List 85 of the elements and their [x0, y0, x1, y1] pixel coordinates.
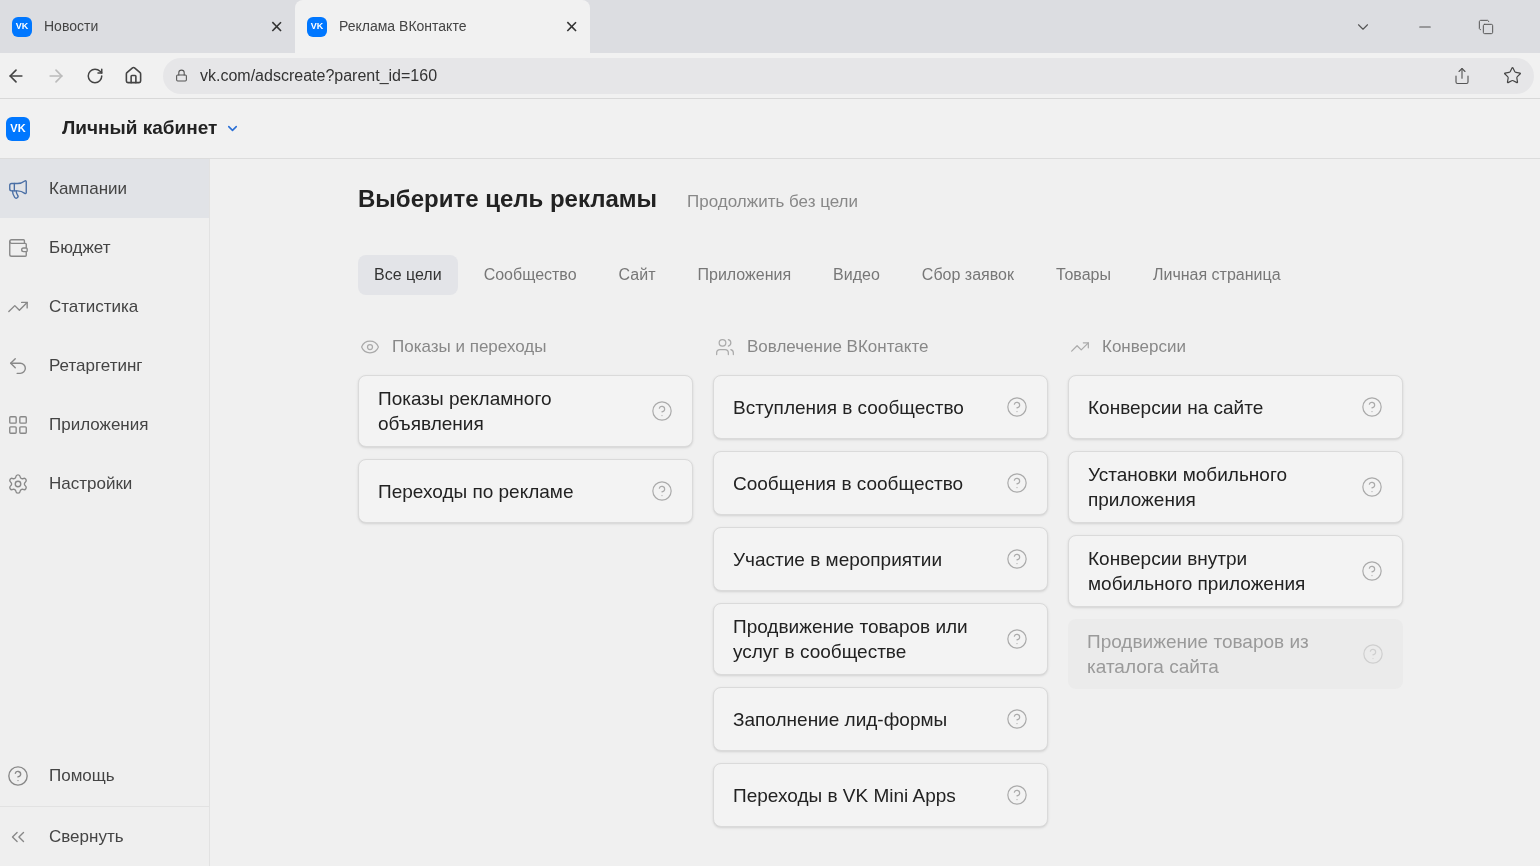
tab-title: Новости	[44, 17, 100, 36]
goal-card[interactable]: Заполнение лид-формы	[713, 687, 1048, 751]
filter-tab[interactable]: Приложения	[681, 255, 808, 295]
help-icon[interactable]	[1006, 628, 1028, 650]
sidebar-label: Статистика	[49, 295, 139, 318]
megaphone-icon	[7, 177, 29, 200]
goal-card[interactable]: Установки мобильного приложения	[1068, 451, 1403, 523]
goal-label: Продвижение товаров из каталога сайта	[1087, 630, 1310, 679]
goal-label: Показы рекламного объявления	[378, 387, 553, 436]
address-bar[interactable]: vk.com/adscreate?parent_id=160	[163, 57, 1534, 94]
sidebar-item[interactable]: Помощь	[0, 746, 209, 806]
filter-tab[interactable]: Сбор заявок	[905, 255, 1030, 295]
help-icon[interactable]	[1361, 476, 1383, 498]
goal-card[interactable]: Показы рекламного объявления	[358, 375, 693, 447]
goal-label: Конверсии на сайте	[1088, 395, 1265, 420]
browser-tab[interactable]: VK Реклама ВКонтакте ×	[295, 0, 590, 53]
help-icon[interactable]	[1006, 396, 1028, 418]
sidebar-label: Бюджет	[49, 236, 111, 259]
goal-label: Переходы по рекламе	[378, 479, 575, 504]
goal-label: Переходы в VK Mini Apps	[733, 783, 957, 808]
goal-card[interactable]: Конверсии на сайте	[1068, 375, 1403, 439]
wallet-icon	[7, 236, 29, 259]
goal-label: Участие в мероприятии	[733, 547, 944, 572]
grid-icon	[7, 413, 29, 436]
group-heading: Показы и переходы	[392, 336, 547, 359]
sidebar-item[interactable]: Приложения	[0, 395, 209, 454]
goal-card[interactable]: Переходы по рекламе	[358, 459, 693, 523]
goal-label: Заполнение лид-формы	[733, 707, 949, 732]
help-icon[interactable]	[1006, 472, 1028, 494]
filter-tab[interactable]: Сообщество	[467, 255, 593, 295]
help-icon[interactable]	[651, 480, 673, 502]
page-title: Выберите цель рекламы	[358, 184, 658, 214]
sidebar-item[interactable]: Кампании	[0, 159, 209, 218]
filter-tab[interactable]: Все цели	[358, 255, 458, 295]
filter-tab[interactable]: Видео	[817, 255, 896, 295]
sidebar-item[interactable]: Статистика	[0, 277, 209, 336]
filter-tab[interactable]: Личная страница	[1137, 255, 1297, 295]
sidebar-item[interactable]: Свернуть	[0, 806, 209, 866]
sidebar-label: Помощь	[49, 765, 115, 788]
goal-label: Конверсии внутри мобильного приложения	[1088, 547, 1307, 596]
url-text: vk.com/adscreate?parent_id=160	[200, 65, 439, 86]
goal-card[interactable]: Вступления в сообщество	[713, 375, 1048, 439]
sidebar-label: Кампании	[49, 177, 128, 200]
goal-label: Сообщения в сообщество	[733, 471, 965, 496]
goal-card[interactable]: Участие в мероприятии	[713, 527, 1048, 591]
close-button[interactable]: ×	[270, 15, 283, 38]
goal-card[interactable]: Сообщения в сообщество	[713, 451, 1048, 515]
share-icon[interactable]	[1453, 66, 1471, 85]
goal-label: Вступления в сообщество	[733, 395, 965, 420]
help-icon[interactable]	[1006, 548, 1028, 570]
lock-icon	[175, 69, 188, 82]
sidebar-item[interactable]: Бюджет	[0, 218, 209, 277]
bookmark-star-icon[interactable]	[1503, 66, 1522, 85]
goal-card[interactable]: Продвижение товаров или услуг в сообществе	[713, 603, 1048, 675]
sidebar-item[interactable]: Ретаргетинг	[0, 336, 209, 395]
help-icon	[7, 765, 29, 787]
reload-icon[interactable]	[86, 66, 104, 85]
goal-label: Продвижение товаров или услуг в сообществе	[733, 615, 969, 664]
close-button[interactable]: ×	[565, 15, 578, 38]
group-heading: Конверсии	[1102, 336, 1186, 359]
sidebar-label: Свернуть	[49, 825, 124, 848]
sidebar-label: Ретаргетинг	[49, 354, 143, 377]
help-icon[interactable]	[1006, 708, 1028, 730]
sidebar-label: Настройки	[49, 472, 133, 495]
goal-card[interactable]: Конверсии внутри мобильного приложения	[1068, 535, 1403, 607]
home-icon[interactable]	[124, 66, 143, 85]
restore-icon[interactable]	[1478, 18, 1494, 35]
group-heading: Вовлечение ВКонтакте	[747, 336, 929, 359]
vk-logo: VK	[6, 116, 30, 141]
sidebar-item[interactable]: Настройки	[0, 454, 209, 513]
filter-tab[interactable]: Сайт	[602, 255, 672, 295]
vk-logo: VK	[307, 16, 327, 37]
goal-card[interactable]: Переходы в VK Mini Apps	[713, 763, 1048, 827]
help-icon[interactable]	[651, 400, 673, 422]
tab-title: Реклама ВКонтакте	[339, 17, 468, 36]
help-icon[interactable]	[1006, 784, 1028, 806]
filter-tab[interactable]: Товары	[1039, 255, 1127, 295]
goal-label: Установки мобильного приложения	[1088, 463, 1288, 512]
help-icon[interactable]	[1361, 396, 1383, 418]
help-icon[interactable]	[1361, 560, 1383, 582]
sidebar-label: Приложения	[49, 413, 149, 436]
settings-icon	[7, 472, 29, 495]
account-dropdown[interactable]: Личный кабинет	[62, 114, 241, 143]
vk-logo: VK	[12, 16, 32, 37]
people-icon	[713, 337, 737, 357]
